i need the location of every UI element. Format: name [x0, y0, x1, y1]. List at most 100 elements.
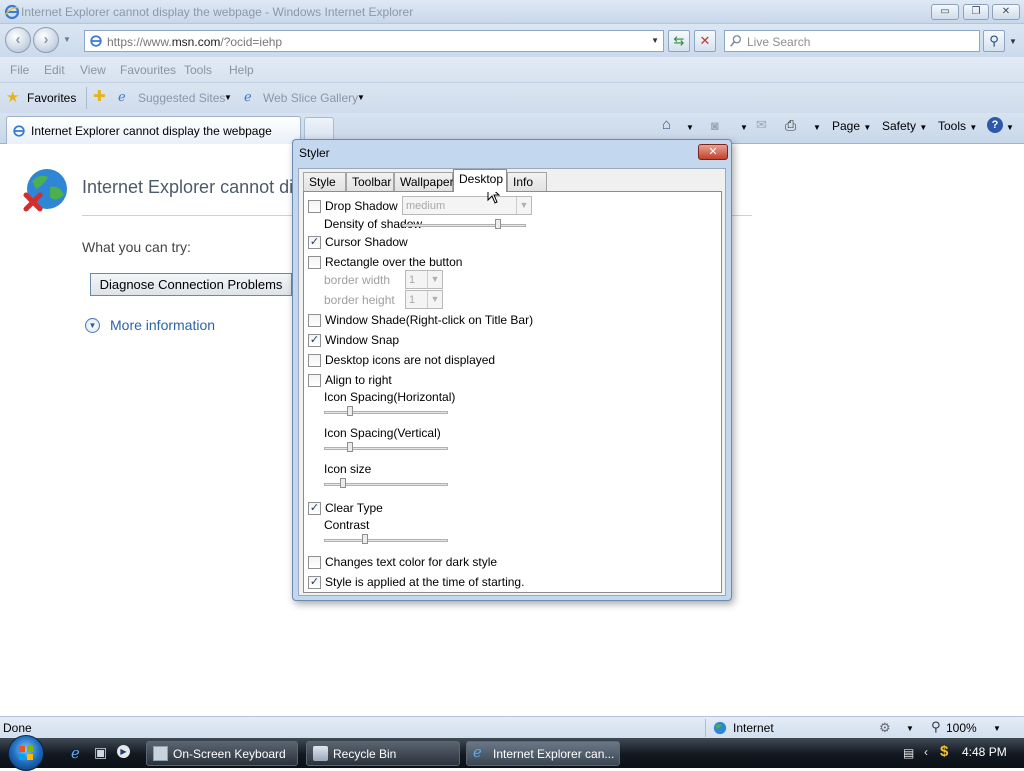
- live-search-icon: [730, 35, 742, 47]
- favbar-divider: [86, 87, 87, 109]
- dialog-close-button[interactable]: ✕: [698, 144, 728, 160]
- minimize-button[interactable]: ▭: [931, 4, 959, 20]
- close-icon: ✕: [1001, 6, 1011, 17]
- help-icon[interactable]: ?: [987, 117, 1003, 133]
- print-dropdown-icon[interactable]: ▼: [813, 123, 821, 132]
- tab-wallpaper[interactable]: Wallpaper: [394, 172, 454, 191]
- apply-at-start-checkbox[interactable]: ✓: [308, 576, 321, 589]
- back-arrow-icon: ‹: [15, 31, 21, 48]
- border-width-spinner[interactable]: 1 ▼: [405, 270, 443, 289]
- expand-chevron-icon[interactable]: ▼: [85, 318, 100, 333]
- more-information-link[interactable]: More information: [110, 317, 215, 333]
- favorites-bar: ★ Favorites ✚ ℯ Suggested Sites ▼ ℯ Web …: [0, 83, 1024, 113]
- chevron-down-icon: ▼: [224, 93, 232, 102]
- menu-view[interactable]: View: [80, 63, 106, 77]
- safety-menu-label: Safety: [882, 119, 917, 133]
- address-bar[interactable]: https://www.msn.com/?ocid=iehp ▼: [84, 30, 664, 52]
- check-icon: ✓: [309, 576, 320, 588]
- feeds-dropdown-icon[interactable]: ▼: [740, 123, 748, 132]
- address-dropdown-icon[interactable]: ▼: [651, 36, 659, 45]
- dialog-title: Styler: [299, 146, 330, 160]
- icon-spacing-horizontal-label: Icon Spacing(Horizontal): [324, 390, 456, 404]
- cursor-shadow-checkbox[interactable]: ✓: [308, 236, 321, 249]
- icon-size-thumb[interactable]: [340, 478, 346, 488]
- home-icon[interactable]: ⌂: [662, 116, 671, 133]
- shadow-style-select[interactable]: medium ▼: [402, 196, 532, 215]
- home-dropdown-icon[interactable]: ▼: [686, 123, 694, 132]
- quick-launch-desktop-icon[interactable]: ▣: [94, 744, 107, 761]
- dark-style-text-color-checkbox[interactable]: [308, 556, 321, 569]
- protected-mode-icon[interactable]: ⚙: [879, 720, 891, 736]
- chevron-down-icon[interactable]: ▼: [906, 724, 914, 733]
- keyboard-icon: [153, 746, 168, 761]
- globe-error-icon: [23, 169, 67, 212]
- zoom-level[interactable]: 100%: [946, 721, 977, 735]
- taskbar-clock[interactable]: 4:48 PM: [962, 745, 1007, 759]
- search-placeholder: Live Search: [747, 35, 811, 49]
- tools-menu[interactable]: Tools ▼: [938, 119, 977, 133]
- align-to-right-checkbox[interactable]: [308, 374, 321, 387]
- styler-dialog: Styler ✕ Style Toolbar Wallpaper Desktop…: [292, 139, 732, 601]
- diagnose-connection-button[interactable]: Diagnose Connection Problems: [90, 273, 292, 296]
- rectangle-over-button-checkbox[interactable]: [308, 256, 321, 269]
- maximize-button[interactable]: ❐: [963, 4, 989, 20]
- page-title: Internet Explorer cannot di: [82, 177, 294, 197]
- address-url: https://www.msn.com/?ocid=iehp: [107, 35, 283, 49]
- tab-toolbar[interactable]: Toolbar: [346, 172, 394, 191]
- refresh-button[interactable]: ⇆: [668, 30, 690, 52]
- mail-icon[interactable]: ✉: [756, 117, 767, 133]
- feeds-icon[interactable]: ◙: [711, 118, 719, 133]
- contrast-label: Contrast: [324, 518, 370, 532]
- quick-launch-ie-icon[interactable]: ℯ: [71, 744, 80, 762]
- forward-button[interactable]: ›: [33, 27, 59, 53]
- desktop-icons-hidden-checkbox[interactable]: [308, 354, 321, 367]
- browser-tab-active[interactable]: Internet Explorer cannot display the web…: [6, 116, 301, 144]
- menu-help[interactable]: Help: [229, 63, 254, 77]
- tab-info[interactable]: Info: [507, 172, 547, 191]
- tab-desktop[interactable]: Desktop: [453, 169, 507, 192]
- search-box[interactable]: Live Search: [724, 30, 980, 52]
- window-snap-label: Window Snap: [325, 333, 400, 347]
- menu-tools[interactable]: Tools: [184, 63, 212, 77]
- clear-type-checkbox[interactable]: ✓: [308, 502, 321, 515]
- keyboard-tray-icon[interactable]: ▤: [903, 746, 914, 760]
- window-shade-checkbox[interactable]: [308, 314, 321, 327]
- help-dropdown-icon[interactable]: ▼: [1006, 123, 1014, 132]
- border-height-value: 1: [409, 294, 416, 306]
- taskbar-item-internet-explorer[interactable]: ℯ Internet Explorer can...: [466, 741, 620, 766]
- icon-spacing-vertical-thumb[interactable]: [347, 442, 353, 452]
- drop-shadow-checkbox[interactable]: [308, 200, 321, 213]
- border-height-spinner[interactable]: 1 ▼: [405, 290, 443, 309]
- taskbar-item-recycle-bin[interactable]: Recycle Bin: [306, 741, 460, 766]
- zoom-dropdown-icon[interactable]: ▼: [993, 724, 1001, 733]
- print-icon[interactable]: ⎙: [785, 117, 796, 134]
- menu-favourites[interactable]: Favourites: [120, 63, 176, 77]
- back-button[interactable]: ‹: [5, 27, 31, 53]
- menu-file[interactable]: File: [10, 63, 29, 77]
- contrast-thumb[interactable]: [362, 534, 368, 544]
- menu-edit[interactable]: Edit: [44, 63, 65, 77]
- density-slider-track: [402, 224, 526, 227]
- add-favorite-icon[interactable]: ✚: [93, 87, 106, 105]
- internet-explorer-icon: [4, 4, 20, 20]
- quick-launch-media-icon[interactable]: ▶: [117, 745, 130, 758]
- icon-spacing-horizontal-thumb[interactable]: [347, 406, 353, 416]
- density-slider-thumb[interactable]: [495, 219, 501, 229]
- search-button[interactable]: ⚲: [983, 30, 1005, 52]
- border-width-label: border width: [324, 273, 391, 287]
- show-hidden-icons-chevron-icon[interactable]: ‹: [924, 745, 928, 759]
- taskbar-item-on-screen-keyboard[interactable]: On-Screen Keyboard: [146, 741, 298, 766]
- page-menu[interactable]: Page ▼: [832, 119, 871, 133]
- icon-spacing-vertical-track: [324, 447, 448, 450]
- history-dropdown-icon[interactable]: ▼: [63, 35, 71, 44]
- stop-button[interactable]: ✕: [694, 30, 716, 52]
- currency-tray-icon[interactable]: $: [940, 743, 948, 760]
- web-slice-gallery-label: Web Slice Gallery: [263, 91, 359, 105]
- taskbar-item-label: Internet Explorer can...: [493, 747, 615, 761]
- start-button[interactable]: [8, 735, 44, 771]
- tab-style[interactable]: Style: [303, 172, 346, 191]
- window-snap-checkbox[interactable]: ✓: [308, 334, 321, 347]
- search-options-icon[interactable]: ▼: [1009, 37, 1017, 46]
- safety-menu[interactable]: Safety ▼: [882, 119, 927, 133]
- close-window-button[interactable]: ✕: [992, 4, 1020, 20]
